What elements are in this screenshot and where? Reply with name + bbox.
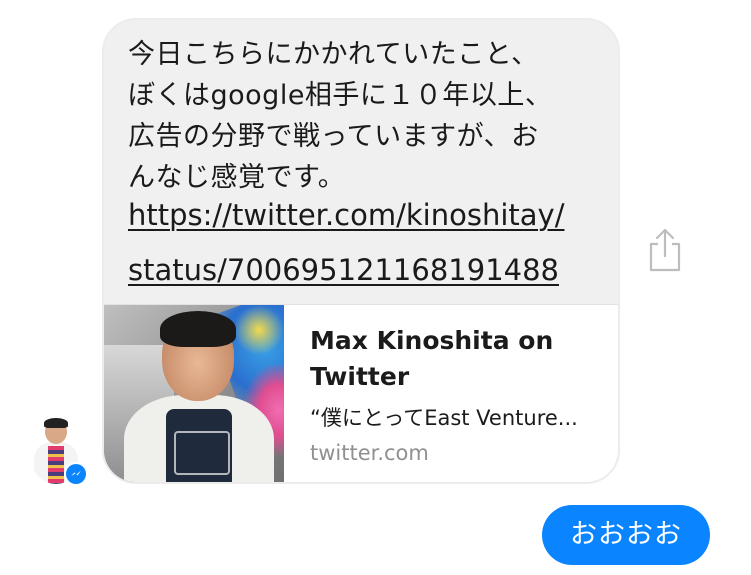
outgoing-message-bubble[interactable]: おおおお [542,505,710,565]
incoming-message-bubble[interactable]: 今日こちらにかかれていたこと、 ぼくはgoogle相手に１０年以上、 広告の分野… [102,18,620,484]
messenger-icon [66,464,86,484]
link-preview-thumbnail [104,305,284,482]
link-preview-card[interactable]: Max Kinoshita on Twitter “僕にとってEast Vent… [104,304,618,482]
share-icon[interactable] [646,228,684,272]
message-link[interactable]: https://twitter.com/kinoshitay/ [128,198,608,232]
incoming-message-text: 今日こちらにかかれていたこと、 ぼくはgoogle相手に１０年以上、 広告の分野… [128,39,553,193]
messenger-badge [64,462,88,486]
link-preview-description: “僕にとってEast Venture... [310,406,578,430]
message-link-continued[interactable]: status/700695121168191488 [128,253,608,287]
link-preview-domain: twitter.com [310,441,429,465]
link-preview-title: Max Kinoshita on Twitter [310,326,554,391]
